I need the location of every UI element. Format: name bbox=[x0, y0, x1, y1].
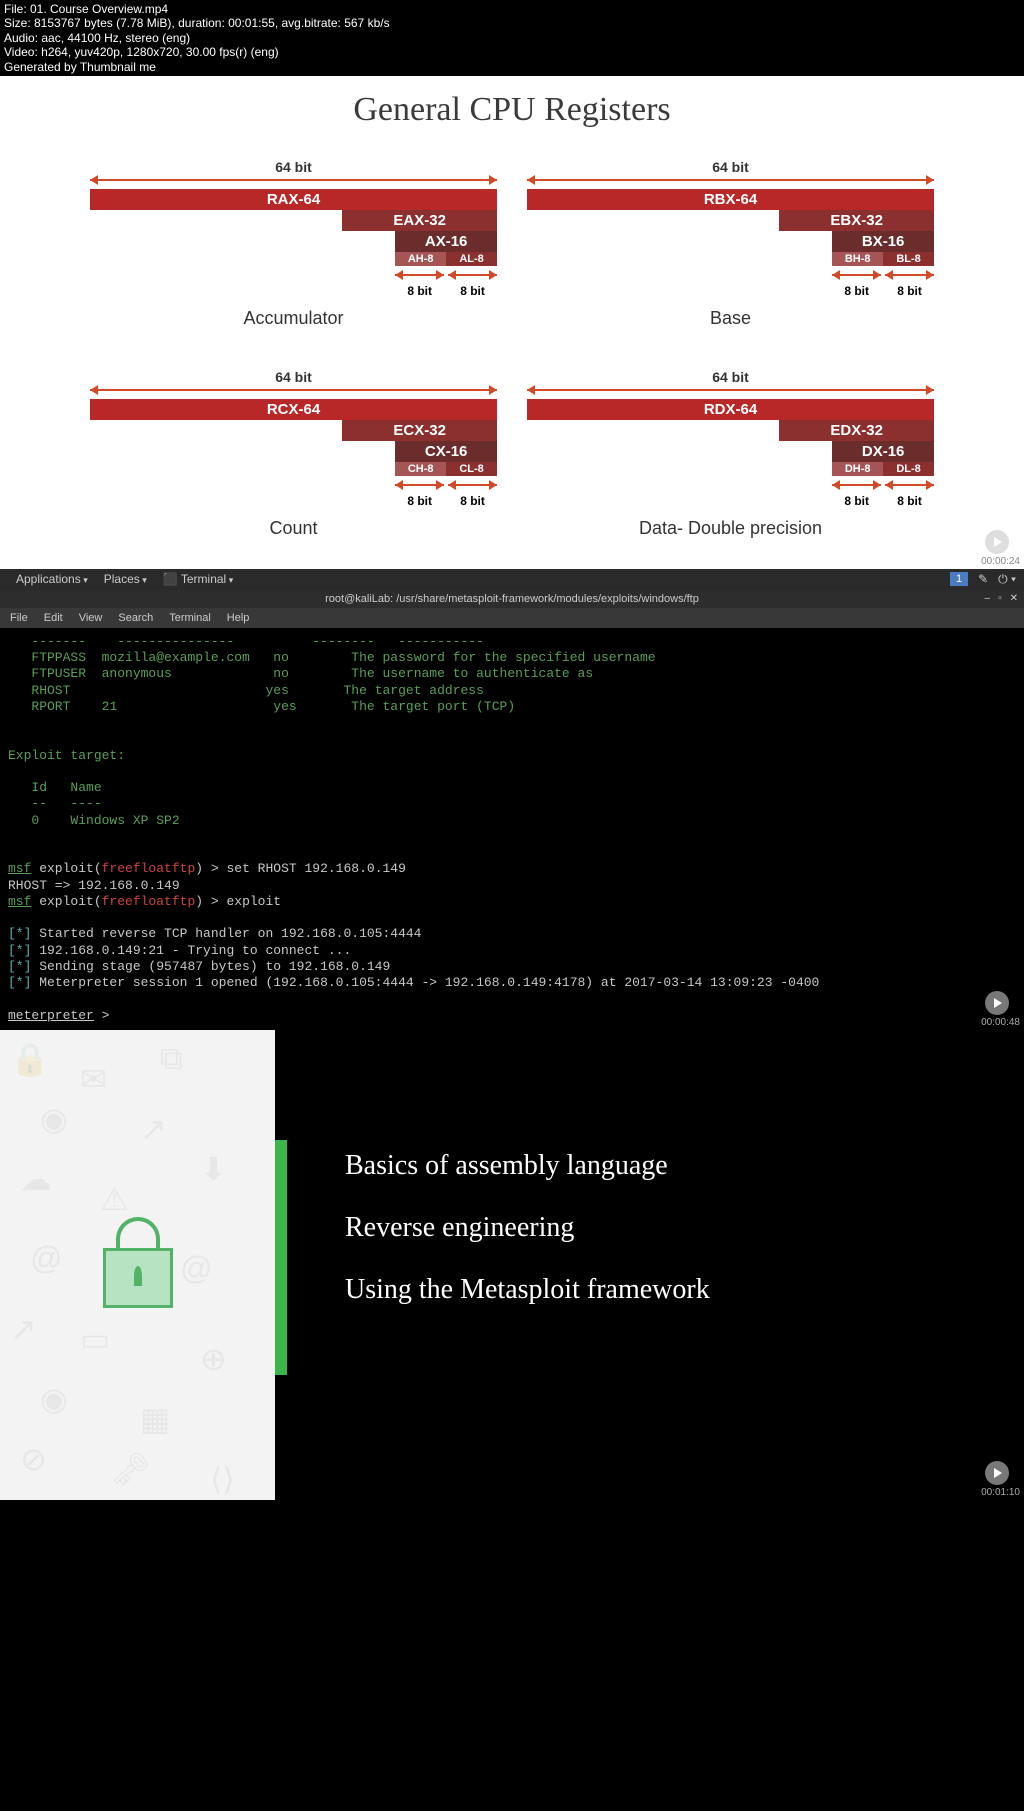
terminal-menu-item[interactable]: ⬛ Terminal bbox=[155, 572, 241, 586]
reg-8h-label: CH-8 bbox=[395, 462, 446, 476]
reg-8l-label: AL-8 bbox=[446, 252, 497, 266]
register-name: Base bbox=[527, 308, 934, 329]
metadata-file: File: 01. Course Overview.mp4 bbox=[4, 2, 1020, 16]
bit-label-64: 64 bit bbox=[90, 369, 497, 385]
menu-edit[interactable]: Edit bbox=[44, 612, 63, 624]
play-icon bbox=[985, 1461, 1009, 1485]
record-icon[interactable]: ✎ bbox=[978, 572, 988, 586]
reg-8h-label: AH-8 bbox=[395, 252, 446, 266]
frame-timestamp: 00:01:10 bbox=[981, 1487, 1020, 1498]
play-icon bbox=[985, 991, 1009, 1015]
metadata-generated: Generated by Thumbnail me bbox=[4, 60, 1020, 74]
bit-label-8: 8 bit bbox=[832, 284, 881, 298]
metadata-video: Video: h264, yuv420p, 1280x720, 30.00 fp… bbox=[4, 45, 1020, 59]
arrow-8 bbox=[395, 484, 444, 486]
bit-label-8: 8 bit bbox=[448, 494, 497, 508]
accent-bar bbox=[275, 1140, 287, 1375]
topic-item: Reverse engineering bbox=[345, 1212, 1024, 1244]
reg-64-label: RDX-64 bbox=[527, 399, 934, 420]
workspace-indicator[interactable]: 1 bbox=[950, 572, 968, 586]
bit-label-64: 64 bit bbox=[527, 159, 934, 175]
reg-8h-label: BH-8 bbox=[832, 252, 883, 266]
register-rax: 64 bit RAX-64 EAX-32 AX-16 AH-8 AL-8 8 b… bbox=[90, 159, 497, 329]
reg-8l-label: CL-8 bbox=[446, 462, 497, 476]
terminal-content[interactable]: ------- --------------- -------- -------… bbox=[0, 628, 1024, 1030]
registers-grid: 64 bit RAX-64 EAX-32 AX-16 AH-8 AL-8 8 b… bbox=[0, 159, 1024, 539]
reg-16-label: BX-16 bbox=[832, 231, 934, 252]
frame-cpu-registers: General CPU Registers 64 bit RAX-64 EAX-… bbox=[0, 76, 1024, 569]
video-metadata: File: 01. Course Overview.mp4 Size: 8153… bbox=[0, 0, 1024, 76]
terminal-output: ------- --------------- -------- -------… bbox=[8, 634, 1016, 1024]
register-rcx: 64 bit RCX-64 ECX-32 CX-16 CH-8 CL-8 8 b… bbox=[90, 369, 497, 539]
menu-help[interactable]: Help bbox=[227, 612, 250, 624]
arrow-64 bbox=[90, 179, 497, 181]
window-titlebar: root@kaliLab: /usr/share/metasploit-fram… bbox=[0, 590, 1024, 608]
reg-16-label: CX-16 bbox=[395, 441, 497, 462]
menu-view[interactable]: View bbox=[79, 612, 103, 624]
reg-32-label: EDX-32 bbox=[779, 420, 934, 441]
menu-file[interactable]: File bbox=[10, 612, 28, 624]
reg-16-label: AX-16 bbox=[395, 231, 497, 252]
play-icon bbox=[985, 530, 1009, 554]
maximize-button[interactable]: ▫ bbox=[998, 593, 1002, 604]
reg-8h-label: DH-8 bbox=[832, 462, 883, 476]
frame-timestamp: 00:00:24 bbox=[981, 556, 1020, 567]
arrow-8 bbox=[832, 484, 881, 486]
terminal-menubar: File Edit View Search Terminal Help bbox=[0, 608, 1024, 628]
menu-search[interactable]: Search bbox=[118, 612, 153, 624]
metadata-audio: Audio: aac, 44100 Hz, stereo (eng) bbox=[4, 31, 1020, 45]
frame-timestamp: 00:00:48 bbox=[981, 1017, 1020, 1028]
bit-label-64: 64 bit bbox=[90, 159, 497, 175]
bit-label-64: 64 bit bbox=[527, 369, 934, 385]
register-name: Data- Double precision bbox=[527, 518, 934, 539]
reg-64-label: RCX-64 bbox=[90, 399, 497, 420]
reg-8l-label: DL-8 bbox=[883, 462, 934, 476]
register-name: Accumulator bbox=[90, 308, 497, 329]
arrow-64 bbox=[527, 179, 934, 181]
frame-terminal: Applications Places ⬛ Terminal 1 ✎ ⏻ ▾ r… bbox=[0, 569, 1024, 1030]
metadata-size: Size: 8153767 bytes (7.78 MiB), duration… bbox=[4, 16, 1020, 30]
bit-label-8: 8 bit bbox=[395, 494, 444, 508]
reg-32-label: EBX-32 bbox=[779, 210, 934, 231]
reg-8l-label: BL-8 bbox=[883, 252, 934, 266]
topic-item: Basics of assembly language bbox=[345, 1150, 1024, 1182]
power-icon[interactable]: ⏻ ▾ bbox=[998, 572, 1016, 587]
page-title: General CPU Registers bbox=[0, 91, 1024, 129]
frame-topics: 🔒 ✉ ⧉ ◉ ↗ ⬇ ☁ ⚠ @ @ ↗ ▭ ⊕ ◉ ▦ ⊘ 🗝 ⟨⟩ Bas… bbox=[0, 1030, 1024, 1500]
close-button[interactable]: ✕ bbox=[1010, 593, 1018, 604]
places-menu[interactable]: Places bbox=[96, 572, 155, 586]
reg-32-label: ECX-32 bbox=[342, 420, 497, 441]
bit-label-8: 8 bit bbox=[832, 494, 881, 508]
bit-label-8: 8 bit bbox=[395, 284, 444, 298]
register-name: Count bbox=[90, 518, 497, 539]
reg-64-label: RBX-64 bbox=[527, 189, 934, 210]
topic-item: Using the Metasploit framework bbox=[345, 1274, 1024, 1306]
bit-label-8: 8 bit bbox=[885, 494, 934, 508]
arrow-8 bbox=[885, 484, 934, 486]
register-rdx: 64 bit RDX-64 EDX-32 DX-16 DH-8 DL-8 8 b… bbox=[527, 369, 934, 539]
topics-list: Basics of assembly language Reverse engi… bbox=[275, 1030, 1024, 1500]
menu-terminal[interactable]: Terminal bbox=[169, 612, 211, 624]
reg-64-label: RAX-64 bbox=[90, 189, 497, 210]
arrow-8 bbox=[448, 274, 497, 276]
window-title: root@kaliLab: /usr/share/metasploit-fram… bbox=[325, 593, 699, 605]
bit-label-8: 8 bit bbox=[885, 284, 934, 298]
arrow-64 bbox=[527, 389, 934, 391]
arrow-8 bbox=[832, 274, 881, 276]
minimize-button[interactable]: – bbox=[985, 593, 991, 604]
reg-16-label: DX-16 bbox=[832, 441, 934, 462]
arrow-64 bbox=[90, 389, 497, 391]
arrow-8 bbox=[395, 274, 444, 276]
gnome-top-bar: Applications Places ⬛ Terminal 1 ✎ ⏻ ▾ bbox=[0, 569, 1024, 590]
lock-panel: 🔒 ✉ ⧉ ◉ ↗ ⬇ ☁ ⚠ @ @ ↗ ▭ ⊕ ◉ ▦ ⊘ 🗝 ⟨⟩ bbox=[0, 1030, 275, 1500]
arrow-8 bbox=[885, 274, 934, 276]
arrow-8 bbox=[448, 484, 497, 486]
reg-32-label: EAX-32 bbox=[342, 210, 497, 231]
bit-label-8: 8 bit bbox=[448, 284, 497, 298]
applications-menu[interactable]: Applications bbox=[8, 572, 96, 586]
register-rbx: 64 bit RBX-64 EBX-32 BX-16 BH-8 BL-8 8 b… bbox=[527, 159, 934, 329]
